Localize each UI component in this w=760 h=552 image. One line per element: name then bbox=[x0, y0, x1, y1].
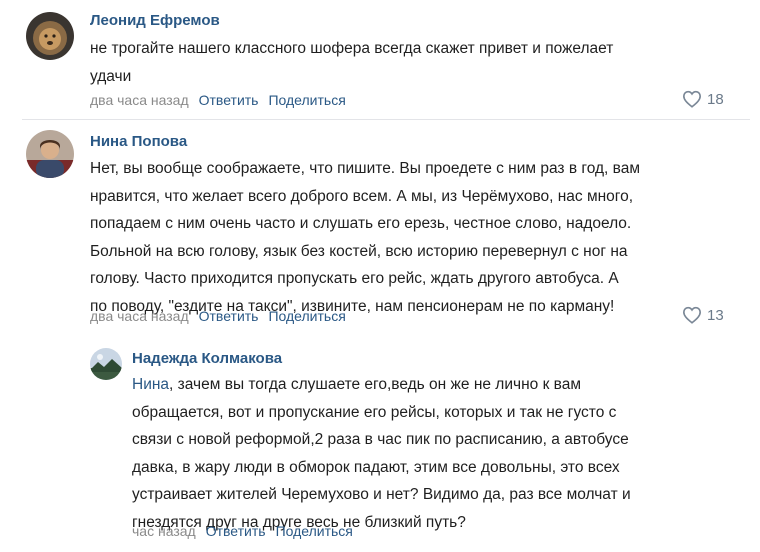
author-name[interactable]: Нина Попова bbox=[90, 133, 187, 150]
comment-text: Нет, вы вообще соображаете, что пишите. … bbox=[90, 155, 640, 320]
timestamp[interactable]: два часа назад bbox=[90, 308, 189, 324]
comment-line: давка, в жару люди в обморок падают, эти… bbox=[132, 458, 620, 476]
comment-line: Больной на всю голову, язык без костей, … bbox=[90, 242, 628, 260]
comment-line: Нина, зачем вы тогда слушаете его,ведь о… bbox=[132, 371, 631, 399]
author-name[interactable]: Надежда Колмакова bbox=[132, 350, 282, 367]
share-button[interactable]: Поделиться bbox=[268, 92, 345, 108]
share-button[interactable]: Поделиться bbox=[268, 308, 345, 324]
comment-line: связи с новой реформой,2 раза в час пик … bbox=[132, 431, 629, 448]
comment-line: устраивает жителей Черемухово и нет? Вид… bbox=[132, 486, 631, 503]
like-button[interactable]: 13 bbox=[682, 306, 724, 324]
comment-line: удачи bbox=[90, 67, 132, 85]
comment-text: Нина, зачем вы тогда слушаете его,ведь о… bbox=[132, 371, 631, 536]
woman-photo-avatar-icon bbox=[26, 130, 74, 178]
like-count: 18 bbox=[707, 90, 724, 108]
reply-button[interactable]: Ответить bbox=[199, 308, 259, 324]
comment-meta: два часа назад Ответить Поделиться bbox=[90, 92, 346, 108]
mention-link[interactable]: Нина bbox=[132, 376, 169, 393]
comment-line: Нет, вы вообще соображаете, что пишите. … bbox=[90, 160, 640, 177]
share-button[interactable]: Поделиться bbox=[276, 523, 353, 539]
comment-meta: час назад Ответить Поделиться bbox=[132, 523, 353, 539]
comment-line: голову. Часто приходится пропускать его … bbox=[90, 270, 619, 287]
avatar[interactable] bbox=[26, 12, 74, 60]
author-name[interactable]: Леонид Ефремов bbox=[90, 12, 220, 29]
comment-line: попадаем с ним очень часто и слушать его… bbox=[90, 215, 632, 232]
divider bbox=[22, 119, 750, 120]
avatar[interactable] bbox=[26, 130, 74, 178]
avatar[interactable] bbox=[90, 348, 122, 380]
comment-text: не трогайте нашего классного шофера всег… bbox=[90, 35, 613, 90]
like-count: 13 bbox=[707, 306, 724, 324]
comment-line: не трогайте нашего классного шофера всег… bbox=[90, 40, 614, 57]
reply-button[interactable]: Ответить bbox=[206, 523, 266, 539]
timestamp[interactable]: час назад bbox=[132, 523, 196, 539]
comment-line: нравится, что желает всего доброго всем.… bbox=[90, 187, 634, 205]
heart-icon bbox=[682, 90, 702, 108]
reply-button[interactable]: Ответить bbox=[199, 92, 259, 108]
lion-photo-avatar-icon bbox=[26, 12, 74, 60]
timestamp[interactable]: два часа назад bbox=[90, 92, 189, 108]
comment-line: обращается, вот и пропускание его рейсы,… bbox=[132, 403, 617, 421]
comment-meta: два часа назад Ответить Поделиться bbox=[90, 308, 346, 324]
like-button[interactable]: 18 bbox=[682, 90, 724, 108]
comment-line-rest: , зачем вы тогда слушаете его,ведь он же… bbox=[169, 376, 582, 393]
landscape-photo-avatar-icon bbox=[90, 348, 122, 380]
heart-icon bbox=[682, 306, 702, 324]
